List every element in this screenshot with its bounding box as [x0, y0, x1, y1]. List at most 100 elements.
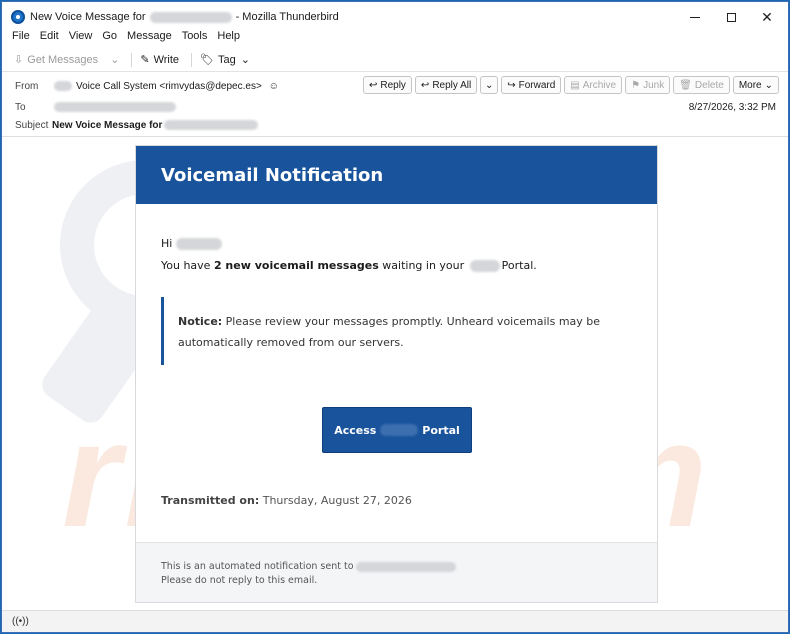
reply-label: Reply [380, 79, 406, 91]
close-button[interactable]: ✕ [752, 6, 782, 28]
thunderbird-window: New Voice Message for - Mozilla Thunderbi… [1, 1, 789, 633]
forward-label: Forward [518, 79, 556, 91]
subject-text: New Voice Message for [52, 120, 163, 131]
cta-label-left: Access [334, 423, 377, 437]
reply-button[interactable]: ↩ Reply [362, 76, 412, 94]
notice-text: Please review your messages promptly. Un… [178, 315, 601, 349]
menu-view[interactable]: View [69, 30, 93, 46]
message-header: From Voice Call System <rimvydas@depec.e… [2, 73, 788, 137]
transmitted-label: Transmitted on: [161, 494, 260, 507]
junk-icon: ⚑ [631, 79, 641, 91]
forward-button[interactable]: ↪ Forward [501, 76, 562, 94]
window-title-suffix: - Mozilla Thunderbird [235, 11, 339, 23]
reply-all-label: Reply All [432, 79, 472, 91]
more-label: More [738, 79, 762, 91]
minimize-button[interactable] [680, 6, 710, 28]
window-title-prefix: New Voice Message for [30, 11, 146, 23]
message-pre: You have [161, 259, 214, 272]
delete-label: Delete [694, 79, 724, 91]
forward-icon: ↪ [507, 79, 516, 91]
greeting-text: Hi [161, 237, 173, 250]
main-toolbar: ⇩ Get Messages ⌄ ✎ Write 🏷 Tag ⌄ [2, 48, 788, 72]
message-mid: waiting in your [378, 259, 468, 272]
write-button[interactable]: ✎ Write [140, 53, 180, 67]
transmitted-date: Transmitted on: Thursday, August 27, 202… [161, 494, 412, 507]
trash-icon: 🗑 [679, 79, 692, 91]
chevron-down-icon: ⌄ [485, 79, 494, 91]
archive-button[interactable]: ▤ Archive [564, 76, 623, 94]
menu-bar: File Edit View Go Message Tools Help [2, 30, 250, 46]
toolbar-divider [191, 52, 193, 67]
get-messages-button[interactable]: ⇩ Get Messages [14, 53, 99, 67]
message-post: Portal. [501, 259, 537, 272]
menu-go[interactable]: Go [102, 30, 117, 46]
download-icon: ⇩ [14, 54, 24, 66]
reply-all-dropdown[interactable]: ⌄ [480, 76, 499, 94]
close-icon: ✕ [761, 8, 773, 25]
from-address: Voice Call System <rimvydas@depec.es> [76, 81, 262, 92]
maximize-button[interactable] [716, 6, 746, 28]
more-button[interactable]: More ⌄ [732, 76, 779, 94]
delete-button[interactable]: 🗑 Delete [673, 76, 730, 94]
tag-icon: 🏷 [200, 54, 215, 66]
archive-label: Archive [582, 79, 617, 91]
footer-text-1: This is an automated notification sent t… [161, 561, 354, 572]
redacted-recipient [149, 11, 232, 23]
menu-file[interactable]: File [12, 30, 30, 46]
status-bar: ((•)) [2, 610, 788, 632]
reply-all-button[interactable]: ↩ Reply All [414, 76, 478, 94]
greeting: Hi [161, 237, 223, 250]
subject-label: Subject [15, 120, 49, 131]
menu-help[interactable]: Help [217, 30, 240, 46]
tag-button[interactable]: 🏷 Tag ⌄ [200, 53, 250, 67]
maximize-icon [726, 12, 736, 22]
message-actions: ↩ Reply ↩ Reply All ⌄ ↪ Forward ▤ Archive ⚑ J… [362, 76, 779, 94]
pencil-icon: ✎ [140, 54, 150, 66]
redacted-sender-name [54, 81, 72, 92]
footer-line-1: This is an automated notification sent t… [161, 560, 657, 574]
junk-label: Junk [643, 79, 665, 91]
menu-tools[interactable]: Tools [182, 30, 208, 46]
chevron-down-icon: ⌄ [240, 54, 250, 66]
chevron-down-icon: ⌄ [764, 79, 773, 91]
from-field[interactable]: Voice Call System <rimvydas@depec.es> ☺ [54, 81, 279, 92]
email-card: Voicemail Notification Hi You have 2 new… [135, 145, 658, 603]
reply-icon: ↩ [368, 79, 378, 91]
tag-label: Tag [218, 53, 236, 66]
transmitted-value: Thursday, August 27, 2026 [259, 494, 412, 507]
chevron-down-icon: ⌄ [110, 54, 120, 66]
junk-button[interactable]: ⚑ Junk [625, 76, 671, 94]
archive-icon: ▤ [570, 79, 580, 91]
email-footer: This is an automated notification sent t… [136, 542, 657, 602]
cta-label-right: Portal [422, 423, 460, 437]
contact-icon[interactable]: ☺ [269, 81, 279, 92]
write-label: Write [153, 53, 180, 66]
redacted-recipient [164, 120, 259, 131]
email-title: Voicemail Notification [161, 164, 384, 186]
access-portal-button[interactable]: Access Portal [322, 407, 472, 453]
email-banner: Voicemail Notification [136, 146, 657, 204]
get-messages-label: Get Messages [27, 53, 99, 66]
redacted-company [380, 424, 419, 436]
get-messages-dropdown[interactable]: ⌄ [110, 53, 119, 66]
redacted-recipient [355, 561, 456, 572]
footer-text-2: Please do not reply to this email. [161, 575, 318, 586]
redacted-name [176, 238, 223, 250]
online-status-icon[interactable]: ((•)) [12, 616, 29, 627]
window-title: New Voice Message for - Mozilla Thunderbi… [30, 11, 339, 23]
thunderbird-icon [11, 10, 25, 24]
toolbar-divider [131, 52, 133, 67]
menu-edit[interactable]: Edit [40, 30, 59, 46]
redacted-company [469, 260, 500, 272]
subject-field: New Voice Message for [52, 120, 259, 131]
menu-message[interactable]: Message [127, 30, 172, 46]
notice-label: Notice: [178, 315, 223, 328]
title-bar: New Voice Message for - Mozilla Thunderbi… [2, 2, 788, 32]
message-count: 2 new voicemail messages [213, 259, 379, 272]
voicemail-message: You have 2 new voicemail messages waitin… [161, 259, 537, 272]
message-date: 8/27/2026, 3:32 PM [688, 102, 776, 113]
from-label: From [15, 81, 39, 92]
notice-box: Notice: Please review your messages prom… [161, 297, 631, 365]
reply-all-icon: ↩ [420, 79, 430, 91]
message-body-pane: PL risk.com Voicemail Notification Hi Yo… [2, 138, 788, 611]
